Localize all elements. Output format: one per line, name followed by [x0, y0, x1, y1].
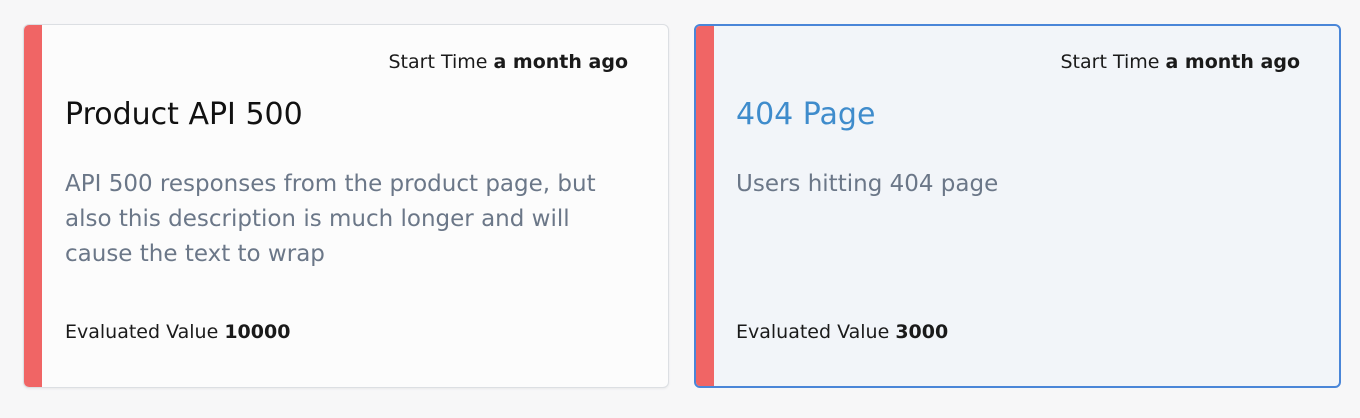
- evaluated-value-number: 10000: [224, 321, 291, 343]
- alert-evaluated-value: Evaluated Value 3000: [736, 321, 948, 343]
- alert-card-404-page[interactable]: Start Time a month ago 404 Page Users hi…: [694, 24, 1341, 388]
- alert-title[interactable]: 404 Page: [736, 97, 875, 132]
- alert-title: Product API 500: [65, 97, 303, 132]
- evaluated-value-label: Evaluated Value: [65, 321, 219, 343]
- alert-start-time: Start Time a month ago: [1060, 51, 1300, 73]
- start-time-label: Start Time: [388, 51, 488, 73]
- alert-status-bar: [24, 25, 42, 387]
- alert-card-list: Start Time a month ago Product API 500 A…: [0, 0, 1360, 418]
- alert-status-bar: [696, 26, 714, 386]
- alert-description: API 500 responses from the product page,…: [65, 171, 596, 267]
- alert-card-product-api-500[interactable]: Start Time a month ago Product API 500 A…: [23, 24, 669, 388]
- evaluated-value-label: Evaluated Value: [736, 321, 890, 343]
- alert-start-time: Start Time a month ago: [388, 51, 628, 73]
- start-time-value: a month ago: [493, 51, 628, 73]
- start-time-value: a month ago: [1165, 51, 1300, 73]
- alert-description: Users hitting 404 page: [736, 171, 999, 197]
- start-time-label: Start Time: [1060, 51, 1160, 73]
- alert-evaluated-value: Evaluated Value 10000: [65, 321, 290, 343]
- evaluated-value-number: 3000: [895, 321, 949, 343]
